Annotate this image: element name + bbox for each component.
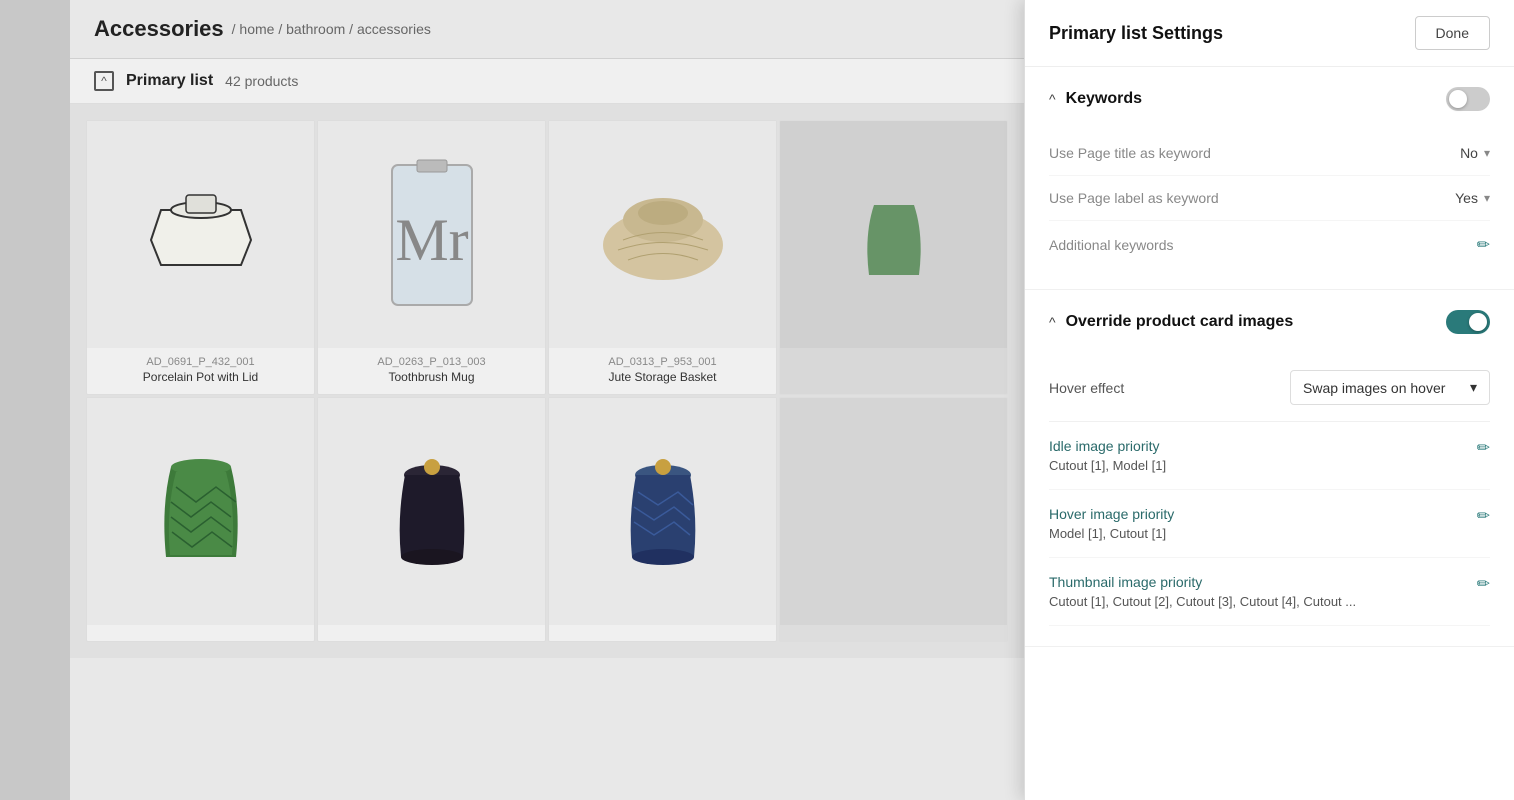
product-image [549, 398, 776, 625]
product-card[interactable] [779, 397, 1008, 642]
settings-panel-title: Primary list Settings [1049, 23, 1223, 44]
use-page-title-row: Use Page title as keyword No ▾ [1049, 131, 1490, 176]
list-header: ^ Primary list 42 products [70, 59, 1024, 104]
product-image [87, 121, 314, 348]
keywords-chevron-icon[interactable]: ^ [1049, 91, 1056, 107]
product-sku: AD_0691_P_432_001 [95, 356, 306, 368]
use-page-label-text: Yes [1455, 190, 1478, 206]
product-name: Toothbrush Mug [388, 370, 474, 384]
product-card[interactable]: AD_0313_P_953_001 Jute Storage Basket [548, 120, 777, 395]
product-card[interactable]: Mr AD_0263_P_013_003 Toothbrush Mug [317, 120, 546, 395]
override-section-title: Override product card images [1066, 313, 1294, 331]
thumbnail-image-title: Thumbnail image priority [1049, 574, 1356, 590]
product-image [780, 398, 1007, 625]
product-info: AD_0691_P_432_001 Porcelain Pot with Lid [87, 348, 314, 394]
product-card[interactable] [779, 120, 1008, 395]
page-title: Accessories [94, 16, 224, 42]
keywords-header-left: ^ Keywords [1049, 90, 1142, 108]
idle-image-info: Idle image priority Cutout [1], Model [1… [1049, 438, 1166, 473]
hover-effect-label: Hover effect [1049, 380, 1124, 396]
additional-keywords-label: Additional keywords [1049, 237, 1174, 253]
settings-panel: Primary list Settings Done ^ Keywords Us… [1024, 0, 1514, 800]
override-toggle-knob [1469, 313, 1487, 331]
use-page-title-label: Use Page title as keyword [1049, 145, 1211, 161]
use-page-title-dropdown-arrow: ▾ [1484, 146, 1490, 160]
product-card[interactable]: AD_0691_P_432_001 Porcelain Pot with Lid [86, 120, 315, 395]
product-card[interactable] [86, 397, 315, 642]
products-grid: AD_0691_P_432_001 Porcelain Pot with Lid… [70, 104, 1024, 658]
keywords-section: ^ Keywords Use Page title as keyword No … [1025, 67, 1514, 290]
override-section-header: ^ Override product card images [1049, 310, 1490, 334]
hover-image-row: Hover image priority Model [1], Cutout [… [1049, 490, 1490, 558]
product-name: Jute Storage Basket [608, 370, 716, 384]
additional-keywords-edit-icon[interactable]: ✏ [1477, 235, 1490, 255]
left-panel: Accessories / home / bathroom / accessor… [70, 0, 1024, 800]
product-image: Mr [318, 121, 545, 348]
use-page-label-dropdown-arrow: ▾ [1484, 191, 1490, 205]
product-image [780, 121, 1007, 348]
override-section: ^ Override product card images Hover eff… [1025, 290, 1514, 647]
product-sku: AD_0263_P_013_003 [326, 356, 537, 368]
use-page-label-row: Use Page label as keyword Yes ▾ [1049, 176, 1490, 221]
hover-image-value: Model [1], Cutout [1] [1049, 526, 1174, 541]
product-image [549, 121, 776, 348]
product-info: AD_0313_P_953_001 Jute Storage Basket [549, 348, 776, 394]
product-card[interactable] [548, 397, 777, 642]
override-chevron-icon[interactable]: ^ [1049, 314, 1056, 330]
product-image [318, 398, 545, 625]
hover-effect-row: Hover effect Swap images on hover ▾ [1049, 354, 1490, 422]
product-info [780, 348, 1007, 364]
keywords-section-header: ^ Keywords [1049, 87, 1490, 111]
list-collapse-toggle[interactable]: ^ [94, 71, 114, 91]
page-header: Accessories / home / bathroom / accessor… [70, 0, 1024, 59]
breadcrumb: / home / bathroom / accessories [232, 21, 431, 37]
settings-body: ^ Keywords Use Page title as keyword No … [1025, 67, 1514, 800]
idle-image-edit-icon[interactable]: ✏ [1477, 438, 1490, 458]
product-card[interactable] [317, 397, 546, 642]
product-image [87, 398, 314, 625]
thumbnail-image-info: Thumbnail image priority Cutout [1], Cut… [1049, 574, 1356, 609]
additional-keywords-row: Additional keywords ✏ [1049, 221, 1490, 269]
product-info [318, 625, 545, 641]
done-button[interactable]: Done [1415, 16, 1490, 50]
svg-text:Mr: Mr [395, 207, 468, 273]
use-page-title-text: No [1460, 145, 1478, 161]
product-info: AD_0263_P_013_003 Toothbrush Mug [318, 348, 545, 394]
product-sku: AD_0313_P_953_001 [557, 356, 768, 368]
keywords-toggle-knob [1449, 90, 1467, 108]
hover-effect-value: Swap images on hover [1303, 380, 1445, 396]
use-page-label-label: Use Page label as keyword [1049, 190, 1219, 206]
product-info [87, 625, 314, 641]
hover-image-title: Hover image priority [1049, 506, 1174, 522]
keywords-section-title: Keywords [1066, 90, 1142, 108]
use-page-label-value[interactable]: Yes ▾ [1455, 190, 1490, 206]
override-toggle[interactable] [1446, 310, 1490, 334]
keywords-toggle[interactable] [1446, 87, 1490, 111]
override-header-left: ^ Override product card images [1049, 313, 1293, 331]
product-name: Porcelain Pot with Lid [143, 370, 258, 384]
hover-image-edit-icon[interactable]: ✏ [1477, 506, 1490, 526]
hover-effect-select[interactable]: Swap images on hover ▾ [1290, 370, 1490, 405]
thumbnail-image-row: Thumbnail image priority Cutout [1], Cut… [1049, 558, 1490, 626]
settings-header: Primary list Settings Done [1025, 0, 1514, 67]
thumbnail-image-edit-icon[interactable]: ✏ [1477, 574, 1490, 594]
idle-image-value: Cutout [1], Model [1] [1049, 458, 1166, 473]
use-page-title-value[interactable]: No ▾ [1460, 145, 1490, 161]
hover-image-info: Hover image priority Model [1], Cutout [… [1049, 506, 1174, 541]
thumbnail-image-value: Cutout [1], Cutout [2], Cutout [3], Cuto… [1049, 594, 1356, 609]
list-count: 42 products [225, 73, 298, 89]
idle-image-row: Idle image priority Cutout [1], Model [1… [1049, 422, 1490, 490]
list-title: Primary list [126, 72, 213, 90]
hover-effect-dropdown-arrow: ▾ [1470, 379, 1477, 396]
idle-image-title: Idle image priority [1049, 438, 1166, 454]
product-info [549, 625, 776, 641]
